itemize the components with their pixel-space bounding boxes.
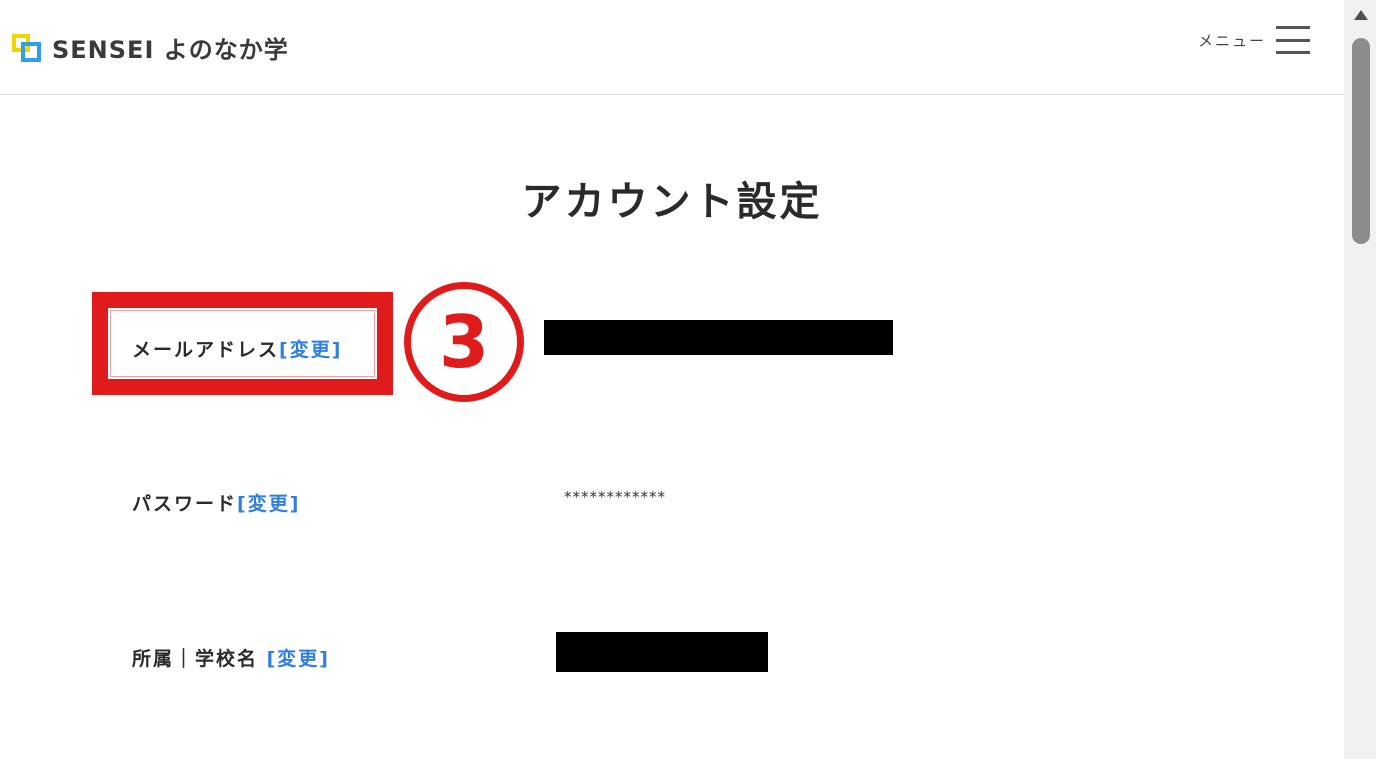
menu-label: メニュー: [1197, 31, 1266, 50]
scrollbar-thumb[interactable]: [1352, 38, 1370, 244]
logo-mark-icon: [12, 32, 42, 62]
hamburger-icon: [1276, 26, 1310, 54]
email-label: メールアドレス: [132, 339, 280, 361]
password-value: ************: [564, 488, 666, 506]
email-change-link[interactable]: [変更]: [279, 339, 342, 361]
vertical-scrollbar[interactable]: [1344, 0, 1376, 759]
page-title: アカウント設定: [521, 178, 823, 225]
affiliation-value-redacted: [556, 632, 768, 672]
affiliation-row-label: 所属｜学校名 [変更]: [132, 644, 330, 671]
password-change-link[interactable]: [変更]: [237, 493, 300, 515]
page: SENSEI よのなか学 メニュー アカウント設定 メールアドレス[変更] 3 …: [0, 0, 1376, 759]
scroll-up-arrow-icon[interactable]: [1354, 10, 1368, 20]
affiliation-change-link[interactable]: [変更]: [267, 648, 330, 670]
password-row-label: パスワード[変更]: [132, 489, 300, 516]
site-header: SENSEI よのなか学 メニュー: [0, 0, 1344, 95]
email-row-label: メールアドレス[変更]: [132, 335, 342, 362]
password-label: パスワード: [132, 493, 238, 515]
menu-button[interactable]: メニュー: [1198, 26, 1310, 54]
logo-text: SENSEI よのなか学: [52, 35, 289, 64]
email-value-redacted: [544, 320, 893, 355]
step-number-badge: 3: [404, 282, 524, 402]
affiliation-label: 所属｜学校名: [132, 648, 267, 670]
site-logo[interactable]: SENSEI よのなか学: [12, 32, 289, 64]
